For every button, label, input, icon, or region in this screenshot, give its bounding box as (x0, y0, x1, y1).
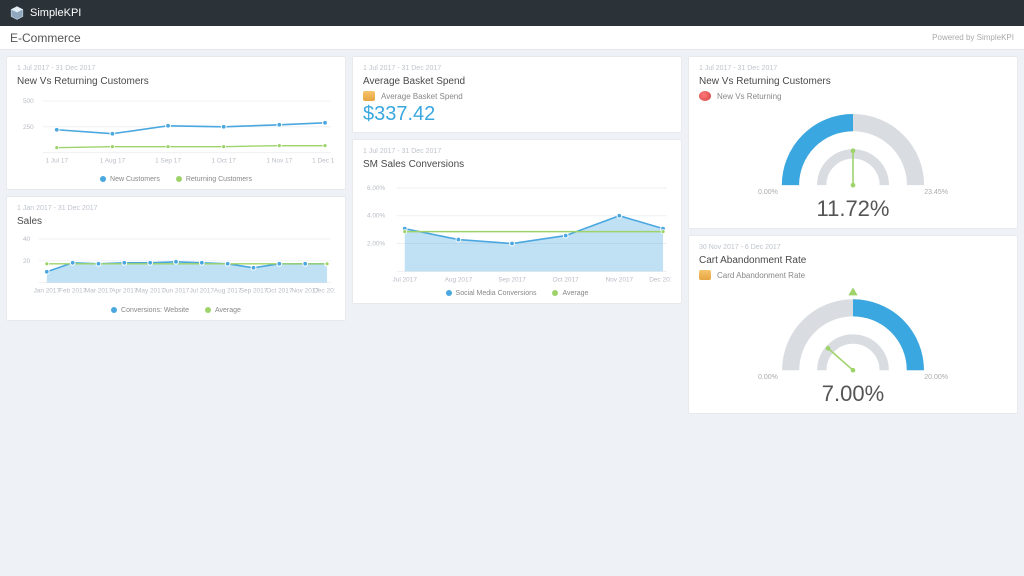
gauge-max-label: 20.00% (924, 374, 948, 381)
svg-text:Feb 2017: Feb 2017 (59, 287, 87, 294)
date-range: 30 Nov 2017 - 6 Dec 2017 (699, 244, 1007, 251)
metric-value: $337.42 (363, 103, 671, 126)
card-sales-chart[interactable]: 1 Jan 2017 - 31 Dec 2017 Sales 40 20 Jan… (6, 196, 346, 322)
svg-text:Jul 2017: Jul 2017 (393, 276, 418, 283)
svg-text:Sep 2017: Sep 2017 (498, 276, 526, 283)
card-sm-conversions[interactable]: 1 Jul 2017 - 31 Dec 2017 SM Sales Conver… (352, 139, 682, 304)
metric-label: Card Abandonment Rate (717, 271, 805, 280)
legend-dot-icon (552, 290, 558, 296)
gauge-chart (753, 286, 953, 378)
chart-legend: Social Media Conversions Average (363, 290, 671, 297)
card-new-vs-returning-chart[interactable]: 1 Jul 2017 - 31 Dec 2017 New Vs Returnin… (6, 56, 346, 190)
cart-icon (699, 270, 711, 280)
legend-dot-icon (205, 307, 211, 313)
svg-text:Oct 2017: Oct 2017 (266, 287, 293, 294)
card-title: Cart Abandonment Rate (699, 255, 1007, 266)
svg-text:4.00%: 4.00% (367, 213, 386, 220)
legend-dot-icon (446, 290, 452, 296)
svg-text:Jun 2017: Jun 2017 (163, 287, 190, 294)
svg-text:Aug 2017: Aug 2017 (214, 287, 242, 294)
ytick-label: 500 (23, 98, 34, 105)
date-range: 1 Jul 2017 - 31 Dec 2017 (17, 65, 335, 72)
line-chart: 500 250 1 Jul 17 1 Aug 17 1 Sep 17 1 Oct… (17, 91, 335, 169)
powered-by-label: Powered by SimpleKPI (932, 33, 1014, 42)
card-title: Average Basket Spend (363, 76, 671, 87)
legend-dot-icon (176, 176, 182, 182)
date-range: 1 Jul 2017 - 31 Dec 2017 (363, 148, 671, 155)
svg-text:Jan 2017: Jan 2017 (34, 287, 61, 294)
page-header: E-Commerce Powered by SimpleKPI (0, 26, 1024, 50)
card-average-basket[interactable]: 1 Jul 2017 - 31 Dec 2017 Average Basket … (352, 56, 682, 133)
card-title: SM Sales Conversions (363, 159, 671, 170)
page-title: E-Commerce (10, 31, 81, 45)
svg-text:1 Aug 17: 1 Aug 17 (100, 158, 126, 165)
svg-text:1 Sep 17: 1 Sep 17 (155, 158, 181, 165)
svg-text:Mar 2017: Mar 2017 (85, 287, 113, 294)
area-chart: 40 20 Jan 2017 Feb 2017 Mar 2017 Apr 201… (17, 231, 335, 301)
svg-text:Nov 2017: Nov 2017 (606, 276, 634, 283)
area-chart: 6.00% 4.00% 2.00% Jul 2017 Aug 2017 Sep … (363, 174, 671, 283)
target-icon (699, 91, 711, 101)
svg-text:May 2017: May 2017 (136, 287, 165, 294)
svg-text:Jul 2017: Jul 2017 (190, 287, 215, 294)
app-name: SimpleKPI (30, 7, 81, 19)
legend-dot-icon (111, 307, 117, 313)
gauge-chart (753, 107, 953, 193)
card-title: New Vs Returning Customers (699, 76, 1007, 87)
gauge-max-label: 23.45% (924, 189, 948, 196)
svg-text:Apr 2017: Apr 2017 (111, 287, 138, 294)
ytick-label: 250 (23, 124, 34, 131)
svg-text:Sep 2017: Sep 2017 (240, 287, 268, 294)
date-range: 1 Jan 2017 - 31 Dec 2017 (17, 205, 335, 212)
chart-legend: New Customers Returning Customers (17, 176, 335, 183)
svg-text:Aug 2017: Aug 2017 (445, 276, 473, 283)
app-topbar: SimpleKPI (0, 0, 1024, 26)
date-range: 1 Jul 2017 - 31 Dec 2017 (363, 65, 671, 72)
metric-label: Average Basket Spend (381, 92, 463, 101)
svg-text:20: 20 (23, 257, 31, 264)
card-title: Sales (17, 216, 335, 227)
card-nvr-gauge[interactable]: 1 Jul 2017 - 31 Dec 2017 New Vs Returnin… (688, 56, 1018, 229)
svg-text:Dec 2017: Dec 2017 (313, 287, 335, 294)
svg-text:6.00%: 6.00% (367, 185, 386, 192)
card-cart-abandon-gauge[interactable]: 30 Nov 2017 - 6 Dec 2017 Cart Abandonmen… (688, 235, 1018, 414)
basket-icon (363, 91, 375, 101)
app-logo-icon (10, 6, 24, 20)
svg-text:1 Oct 17: 1 Oct 17 (212, 158, 237, 165)
dashboard-grid: 1 Jul 2017 - 31 Dec 2017 New Vs Returnin… (0, 50, 1024, 420)
svg-text:Oct 2017: Oct 2017 (553, 276, 580, 283)
svg-text:1 Jul 17: 1 Jul 17 (45, 158, 68, 165)
legend-dot-icon (100, 176, 106, 182)
svg-text:40: 40 (23, 235, 31, 242)
date-range: 1 Jul 2017 - 31 Dec 2017 (699, 65, 1007, 72)
gauge-value: 7.00% (822, 381, 884, 407)
metric-label: New Vs Returning (717, 92, 781, 101)
card-title: New Vs Returning Customers (17, 76, 335, 87)
gauge-min-label: 0.00% (758, 374, 778, 381)
gauge-min-label: 0.00% (758, 189, 778, 196)
svg-text:2.00%: 2.00% (367, 241, 386, 248)
chart-legend: Conversions: Website Average (17, 307, 335, 314)
svg-text:1 Dec 17: 1 Dec 17 (312, 158, 335, 165)
svg-text:1 Nov 17: 1 Nov 17 (266, 158, 292, 165)
svg-text:Dec 2017: Dec 2017 (649, 276, 671, 283)
gauge-value: 11.72% (817, 196, 890, 222)
